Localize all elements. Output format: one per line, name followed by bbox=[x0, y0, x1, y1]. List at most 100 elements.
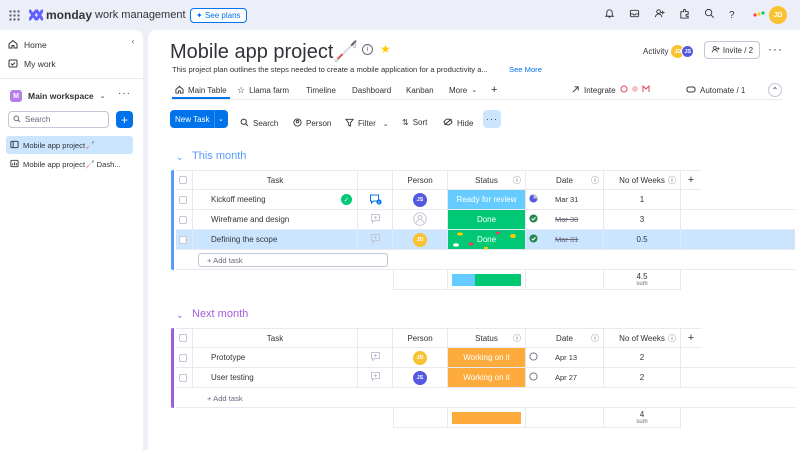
updates-cell[interactable] bbox=[358, 348, 393, 368]
status-cell[interactable]: Done bbox=[448, 230, 526, 250]
person-cell[interactable]: JD bbox=[393, 348, 448, 368]
weeks-sum-cell[interactable]: 4 sum bbox=[604, 408, 681, 428]
collapse-sidebar-icon[interactable]: ‹ bbox=[128, 36, 138, 46]
invite-button[interactable]: Invite / 2 bbox=[704, 41, 760, 59]
row-checkbox-cell[interactable] bbox=[176, 348, 193, 368]
see-plans-button[interactable]: ✦ See plans bbox=[190, 7, 247, 23]
board-title[interactable]: Mobile app project🦯 bbox=[170, 39, 358, 64]
see-more-link[interactable]: See More bbox=[509, 65, 542, 74]
task-cell[interactable]: Defining the scope bbox=[193, 230, 358, 250]
info-icon[interactable]: i bbox=[362, 44, 373, 55]
row-checkbox-cell[interactable] bbox=[176, 190, 193, 210]
add-update-icon[interactable] bbox=[370, 213, 381, 226]
tab-llama-farm[interactable]: ☆ Llama farm bbox=[237, 84, 289, 96]
select-all-checkbox[interactable] bbox=[179, 176, 187, 184]
chevron-down-icon[interactable]: ⌄ bbox=[176, 152, 184, 163]
date-cell[interactable]: Mar 31 bbox=[526, 190, 604, 210]
row-checkbox-cell[interactable] bbox=[176, 368, 193, 388]
row-checkbox-cell[interactable] bbox=[176, 210, 193, 230]
status-summary-cell[interactable] bbox=[448, 270, 526, 290]
column-info-icon[interactable]: ⓘ bbox=[513, 175, 521, 186]
date-cell[interactable]: Apr 27 bbox=[526, 368, 604, 388]
board-more-icon[interactable]: ··· bbox=[768, 42, 783, 56]
add-update-icon[interactable]: 2 bbox=[369, 193, 382, 207]
sort-button[interactable]: ⇅ Sort bbox=[402, 118, 427, 127]
sidebar-dashboard-item[interactable]: Mobile app project🦯 Dash... bbox=[6, 155, 133, 173]
collapse-header-icon[interactable]: ⌃ bbox=[768, 83, 782, 97]
weeks-cell[interactable]: 1 bbox=[604, 190, 681, 210]
column-info-icon[interactable]: ⓘ bbox=[591, 333, 599, 344]
column-info-icon[interactable]: ⓘ bbox=[668, 175, 676, 186]
tab-kanban[interactable]: Kanban bbox=[406, 84, 434, 96]
workspace-more-icon[interactable]: ··· bbox=[118, 88, 131, 99]
row-checkbox[interactable] bbox=[179, 235, 187, 244]
hide-button[interactable]: Hide bbox=[443, 118, 473, 128]
toolbar-more-icon[interactable]: ··· bbox=[483, 110, 501, 128]
bell-icon[interactable] bbox=[604, 8, 615, 22]
tab-timeline[interactable]: Timeline bbox=[306, 84, 336, 96]
weeks-cell[interactable]: 2 bbox=[604, 348, 681, 368]
sidebar-item-home[interactable]: Home bbox=[8, 39, 47, 51]
search-icon[interactable] bbox=[704, 8, 715, 22]
column-info-icon[interactable]: ⓘ bbox=[513, 333, 521, 344]
row-checkbox[interactable] bbox=[179, 353, 187, 362]
invite-members-icon[interactable] bbox=[654, 8, 665, 22]
header-cell[interactable] bbox=[358, 328, 393, 348]
workspace-selector[interactable]: M Main workspace ⌄ bbox=[10, 90, 106, 102]
activity-button[interactable]: Activity JD JS bbox=[643, 45, 695, 58]
apps-marketplace-icon[interactable] bbox=[679, 8, 690, 22]
col-header-weeks[interactable]: No of Weeks ⓘ bbox=[604, 328, 681, 348]
monday-logo[interactable]: monday work management bbox=[29, 0, 186, 30]
col-header-status[interactable]: Status ⓘ bbox=[448, 328, 526, 348]
task-cell[interactable]: Kickoff meeting ✓ bbox=[193, 190, 358, 210]
row-checkbox-cell[interactable] bbox=[176, 230, 193, 250]
person-filter-button[interactable]: Person bbox=[293, 118, 331, 129]
updates-cell[interactable] bbox=[358, 230, 393, 250]
add-column-icon[interactable]: + bbox=[681, 328, 701, 348]
col-header-date[interactable]: Date ⓘ bbox=[526, 170, 604, 190]
updates-cell[interactable] bbox=[358, 210, 393, 230]
person-cell[interactable]: JS bbox=[393, 368, 448, 388]
date-cell[interactable]: Apr 13 bbox=[526, 348, 604, 368]
col-header-status[interactable]: Status ⓘ bbox=[448, 170, 526, 190]
sidebar-board-item[interactable]: Mobile app project🦯 bbox=[6, 136, 133, 154]
col-header-date[interactable]: Date ⓘ bbox=[526, 328, 604, 348]
row-checkbox[interactable] bbox=[179, 195, 187, 204]
date-cell[interactable]: Mar 30 bbox=[526, 210, 604, 230]
person-cell[interactable] bbox=[393, 210, 448, 230]
add-update-icon[interactable] bbox=[370, 351, 381, 364]
col-header-weeks[interactable]: No of Weeks ⓘ bbox=[604, 170, 681, 190]
col-header-person[interactable]: Person bbox=[393, 328, 448, 348]
task-cell[interactable]: User testing bbox=[193, 368, 358, 388]
favorite-star-icon[interactable]: ★ bbox=[380, 42, 391, 56]
add-task-input[interactable]: + Add task bbox=[198, 253, 388, 267]
filter-button[interactable]: Filter ⌄ bbox=[345, 118, 389, 129]
header-cell[interactable] bbox=[176, 328, 193, 348]
add-column-icon[interactable]: + bbox=[681, 170, 701, 190]
col-header-person[interactable]: Person bbox=[393, 170, 448, 190]
header-cell[interactable] bbox=[176, 170, 193, 190]
column-info-icon[interactable]: ⓘ bbox=[591, 175, 599, 186]
weeks-sum-cell[interactable]: 4.5 sum bbox=[604, 270, 681, 290]
add-update-icon[interactable] bbox=[370, 371, 381, 384]
inbox-icon[interactable] bbox=[629, 8, 640, 22]
col-header-task[interactable]: Task bbox=[193, 170, 358, 190]
status-cell[interactable]: Ready for review bbox=[448, 190, 526, 210]
chevron-down-icon[interactable]: ⌄ bbox=[214, 110, 224, 128]
select-all-checkbox[interactable] bbox=[179, 334, 187, 342]
help-icon[interactable]: ? bbox=[729, 10, 735, 21]
search-button[interactable]: Search bbox=[240, 118, 278, 129]
updates-cell[interactable] bbox=[358, 368, 393, 388]
user-avatar[interactable]: JD bbox=[769, 6, 787, 24]
status-cell[interactable]: Working on it bbox=[448, 348, 526, 368]
person-cell[interactable]: JS bbox=[393, 190, 448, 210]
automate-button[interactable]: Automate / 1 bbox=[686, 84, 745, 96]
group-title[interactable]: This month bbox=[192, 150, 246, 162]
tab-more[interactable]: More ⌄ bbox=[449, 84, 477, 96]
task-cell[interactable]: Prototype bbox=[193, 348, 358, 368]
group-title[interactable]: Next month bbox=[192, 308, 248, 320]
header-cell[interactable] bbox=[358, 170, 393, 190]
add-board-button[interactable]: + bbox=[116, 111, 133, 128]
status-cell[interactable]: Working on it bbox=[448, 368, 526, 388]
updates-cell[interactable]: 2 bbox=[358, 190, 393, 210]
